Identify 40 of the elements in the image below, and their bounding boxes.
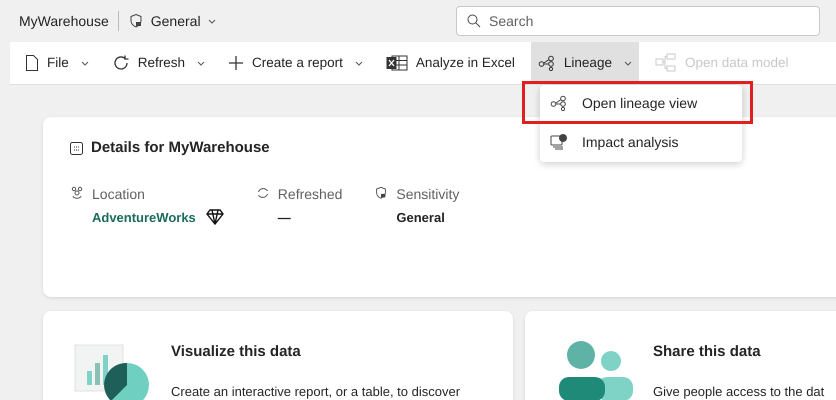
toolbar-button[interactable]: Create a report	[221, 42, 370, 84]
data-model-icon	[654, 53, 677, 73]
sensitivity-dropdown[interactable]: General	[128, 10, 216, 32]
shield-lock-icon	[128, 13, 144, 29]
field-value: General	[396, 208, 445, 226]
sync-icon	[256, 186, 270, 200]
toolbar-button[interactable]: Lineage	[530, 42, 639, 84]
impact-analysis-icon	[550, 133, 568, 151]
search-icon	[467, 14, 481, 28]
toolbar-button[interactable]: Refresh	[104, 42, 212, 84]
plus-icon	[228, 55, 244, 71]
chevron-down-icon	[208, 18, 216, 24]
action-card[interactable]: Visualize this data Create an interactive report, or a table, to discover	[43, 311, 513, 400]
field-label: Location	[92, 184, 146, 204]
field-label: Sensitivity	[396, 184, 460, 204]
workspace-title: MyWarehouse	[19, 12, 109, 31]
action-card[interactable]: Share this data Give people access to the dat	[525, 311, 836, 400]
excel-icon	[386, 54, 408, 72]
people-icon	[70, 186, 84, 200]
card-description: Give people access to the dat	[653, 382, 824, 400]
menu-item[interactable]: Open lineage view	[540, 85, 742, 121]
lineage-icon	[550, 95, 568, 111]
diamond-icon	[206, 209, 224, 226]
grid-icon	[70, 142, 83, 155]
menu-item[interactable]: Impact analysis	[540, 124, 742, 160]
field-value: —	[278, 208, 291, 226]
lineage-icon	[538, 55, 556, 71]
search-input[interactable]: Search	[489, 10, 809, 32]
field-label: Refreshed	[278, 184, 342, 204]
toolbar-button[interactable]: Analyze in Excel	[378, 42, 522, 84]
toolbar-button[interactable]: File	[18, 42, 96, 84]
card-title: Share this data	[653, 342, 762, 362]
card-title: Visualize this data	[171, 342, 302, 362]
location-link[interactable]: AdventureWorks	[92, 208, 196, 227]
card-description: Create an interactive report, or a table, to discover	[171, 382, 460, 400]
shield-lock-icon	[374, 186, 388, 200]
search-field[interactable]: Search	[456, 6, 820, 36]
details-title: Details for MyWarehouse	[91, 138, 270, 158]
document-icon	[25, 54, 39, 72]
refresh-icon	[112, 54, 130, 72]
